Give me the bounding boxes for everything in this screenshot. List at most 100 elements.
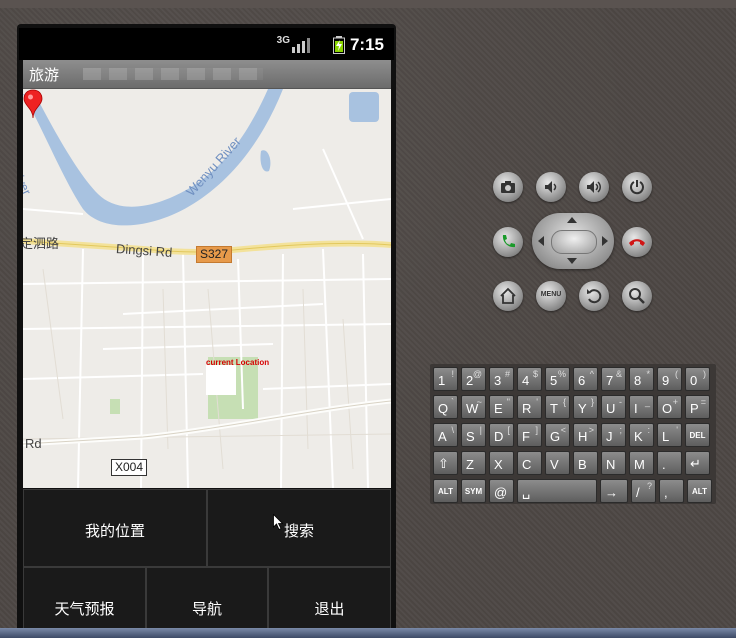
key-3-0[interactable]: ⇧ (433, 451, 458, 475)
key-4-0[interactable]: ALT (433, 479, 458, 503)
key-1-8[interactable]: O + (657, 395, 682, 419)
key-2-8[interactable]: L ' (657, 423, 682, 447)
key-label: S (466, 429, 475, 444)
road-badge-s327: S327 (196, 246, 233, 263)
weather-label: 天气预报 (54, 600, 115, 618)
key-2-0[interactable]: A \ (433, 423, 458, 447)
key-label: N (606, 457, 616, 472)
key-4-6[interactable]: , (659, 479, 684, 503)
key-1-4[interactable]: T{ (545, 395, 570, 419)
key-4-4[interactable]: → (600, 479, 628, 503)
key-3-3[interactable]: C (517, 451, 542, 475)
navigation-label: 导航 (191, 600, 222, 618)
key-alt-label: @ (472, 369, 482, 379)
key-alt-label: ; (619, 425, 622, 435)
options-menu: 我的位置 搜索 天气预报 导航 退出 (23, 489, 391, 638)
key-label: 4 (522, 373, 530, 388)
key-label: E (494, 401, 503, 416)
key-1-9[interactable]: P = (685, 395, 710, 419)
key-2-9[interactable]: DEL (685, 423, 710, 447)
status-bar: 3G 7:15 (19, 28, 394, 60)
key-2-1[interactable]: S | (461, 423, 486, 447)
key-3-7[interactable]: M (629, 451, 654, 475)
call-button[interactable] (493, 227, 523, 257)
key-label: SYM (464, 487, 483, 496)
key-alt-label: & (615, 369, 622, 379)
taskbar-strip (0, 628, 736, 638)
key-0-2[interactable]: 3 # (489, 367, 514, 391)
key-3-6[interactable]: N (601, 451, 626, 475)
key-4-1[interactable]: SYM (461, 479, 486, 503)
my-location-button[interactable]: 我的位置 (23, 489, 207, 567)
back-icon (587, 289, 602, 304)
key-3-1[interactable]: Z (461, 451, 486, 475)
key-0-1[interactable]: 2 @ (461, 367, 486, 391)
key-1-0[interactable]: Q ` (433, 395, 458, 419)
key-0-8[interactable]: 9( (657, 367, 682, 391)
key-2-5[interactable]: H > (573, 423, 598, 447)
map-view[interactable]: Wenyu River Wenyu River 定泗路 Dingsi Rd S3… (23, 89, 391, 488)
key-1-7[interactable]: I _ (629, 395, 654, 419)
key-0-0[interactable]: 1! (433, 367, 458, 391)
key-label: , (664, 485, 668, 500)
key-4-2[interactable]: @ (489, 479, 514, 503)
key-3-5[interactable]: B (573, 451, 598, 475)
key-0-6[interactable]: 7 & (601, 367, 626, 391)
key-label: Z (466, 457, 474, 472)
dpad-up-icon[interactable] (567, 217, 577, 223)
key-0-3[interactable]: 4 $ (517, 367, 542, 391)
hardware-keyboard: 1! 2 @3 #4 $5% 6 ^ 7 & 8 * 9(0) Q ` W ~ E " R ' T{Y} U - I _ O + P =… (430, 364, 716, 504)
key-label: I (634, 401, 638, 416)
key-2-2[interactable]: D[ (489, 423, 514, 447)
key-0-4[interactable]: 5% (545, 367, 570, 391)
dpad-right-icon[interactable] (602, 236, 608, 246)
key-2-4[interactable]: G < (545, 423, 570, 447)
key-1-5[interactable]: Y} (573, 395, 598, 419)
key-label: D (494, 429, 504, 444)
volume-down-button[interactable] (536, 172, 566, 202)
key-label: . (662, 457, 666, 472)
dpad-center-button[interactable] (551, 230, 597, 254)
search-button[interactable]: 搜索 (207, 489, 391, 567)
key-3-4[interactable]: V (545, 451, 570, 475)
title-ghost-artifact (83, 68, 263, 80)
dpad-down-icon[interactable] (567, 258, 577, 264)
key-2-3[interactable]: F] (517, 423, 542, 447)
key-4-5[interactable]: /? (631, 479, 656, 503)
key-1-2[interactable]: E " (489, 395, 514, 419)
key-1-3[interactable]: R ' (517, 395, 542, 419)
app-title-bar: 旅游 (23, 60, 391, 89)
dpad-left-icon[interactable] (538, 236, 544, 246)
key-3-9[interactable]: ↵ (685, 451, 710, 475)
signal-icon (292, 38, 310, 53)
key-alt-label: < (560, 425, 566, 435)
key-label: → (605, 485, 618, 500)
volume-up-button[interactable] (579, 172, 609, 202)
location-pin-icon[interactable] (23, 89, 43, 119)
search-hardware-button[interactable] (622, 281, 652, 311)
key-3-8[interactable]: . (657, 451, 682, 475)
end-call-button[interactable] (622, 227, 652, 257)
back-button[interactable] (579, 281, 609, 311)
key-3-2[interactable]: X (489, 451, 514, 475)
home-button[interactable] (493, 281, 523, 311)
power-button[interactable] (622, 172, 652, 202)
key-2-7[interactable]: K: (629, 423, 654, 447)
key-label: B (578, 457, 587, 472)
volume-down-icon (545, 181, 557, 193)
map-graphics (23, 89, 391, 488)
key-0-5[interactable]: 6 ^ (573, 367, 598, 391)
key-1-1[interactable]: W ~ (461, 395, 486, 419)
key-4-3[interactable]: ␣ (517, 479, 597, 503)
menu-button[interactable]: MENU (536, 281, 566, 311)
key-0-7[interactable]: 8 * (629, 367, 654, 391)
key-alt-label: ' (676, 425, 678, 435)
key-alt-label: + (672, 397, 678, 407)
key-1-6[interactable]: U- (601, 395, 626, 419)
key-4-7[interactable]: ALT (687, 479, 712, 503)
key-alt-label: " (506, 397, 510, 407)
key-2-6[interactable]: J; (601, 423, 626, 447)
key-label: ␣ (522, 484, 531, 499)
camera-button[interactable] (493, 172, 523, 202)
key-0-9[interactable]: 0) (685, 367, 710, 391)
